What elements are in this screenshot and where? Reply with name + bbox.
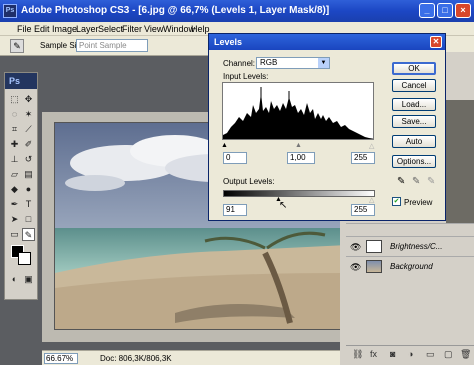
chevron-down-icon[interactable]: ▼ [318, 58, 329, 68]
title-bar: Ps Adobe Photoshop CS3 - [6.jpg @ 66,7% … [0, 0, 474, 22]
black-input-slider[interactable]: ▲ [221, 142, 228, 149]
eyedropper-tool-active-icon[interactable]: ✎ [22, 228, 35, 241]
ok-button[interactable]: OK [392, 62, 436, 75]
close-button[interactable]: × [455, 3, 471, 18]
layer-thumbnail [366, 240, 382, 253]
trash-icon[interactable]: 🗑 [460, 349, 471, 360]
eye-icon[interactable]: 👁 [350, 242, 361, 253]
magic-wand-tool-icon[interactable]: ✶ [22, 108, 35, 121]
menu-layer[interactable]: Layer [76, 24, 99, 34]
gamma-input-slider[interactable]: ▲ [295, 142, 302, 149]
output-levels-label: Output Levels: [223, 177, 275, 186]
gray-eyedropper-icon[interactable]: ✎ [412, 176, 420, 187]
levels-title: Levels [214, 37, 243, 47]
quick-mask-icon[interactable]: ◐ [8, 273, 21, 286]
histogram [222, 82, 374, 140]
white-output-slider[interactable]: △ [369, 196, 374, 204]
layer-name: Background [390, 262, 433, 271]
layer-row-brightness[interactable]: 👁 Brightness/C... [346, 236, 474, 256]
maximize-button[interactable]: □ [437, 3, 453, 18]
menu-view[interactable]: View [144, 24, 163, 34]
eye-icon[interactable]: 👁 [350, 262, 361, 273]
screen-mode-icon[interactable]: ▣ [22, 273, 35, 286]
type-tool-icon[interactable]: T [22, 198, 35, 211]
output-gradient [223, 190, 375, 197]
preview-label: Preview [404, 198, 433, 207]
menu-edit[interactable]: Edit [34, 24, 50, 34]
white-eyedropper-icon[interactable]: ✎ [427, 176, 435, 187]
shape-tool-icon[interactable]: □ [22, 213, 35, 226]
black-eyedropper-icon[interactable]: ✎ [397, 176, 405, 187]
menu-image[interactable]: Image [52, 24, 77, 34]
levels-close-button[interactable]: ✕ [430, 36, 442, 48]
options-button[interactable]: Options... [392, 155, 436, 168]
adjustment-layer-icon[interactable]: ◑ [408, 349, 413, 359]
link-layers-icon[interactable]: ⛓ [352, 349, 363, 360]
channel-select[interactable]: RGB ▼ [256, 57, 330, 69]
input-gamma-field[interactable]: 1,00 [287, 152, 315, 164]
marquee-tool-icon[interactable]: ⬚ [8, 93, 21, 106]
channel-value: RGB [260, 58, 278, 67]
auto-button[interactable]: Auto [392, 135, 436, 148]
crop-tool-icon[interactable]: ⌗ [8, 123, 21, 136]
histogram-graph [223, 87, 373, 139]
menu-filter[interactable]: Filter [122, 24, 142, 34]
move-tool-icon[interactable]: ✥ [22, 93, 35, 106]
output-black-field[interactable]: 91 [223, 204, 247, 216]
navigator-thumbnail-strip [446, 100, 474, 230]
history-brush-tool-icon[interactable]: ↺ [22, 153, 35, 166]
new-layer-icon[interactable]: ▢ [444, 349, 453, 360]
menu-select[interactable]: Select [98, 24, 123, 34]
menu-help[interactable]: Help [191, 24, 210, 34]
window-title: Adobe Photoshop CS3 - [6.jpg @ 66,7% (Le… [21, 5, 330, 16]
pen-tool-icon[interactable]: ✒ [8, 198, 21, 211]
output-white-field[interactable]: 255 [351, 204, 375, 216]
levels-dialog: Levels ✕ Channel: RGB ▼ Input Levels: ▲ … [208, 33, 446, 221]
white-input-slider[interactable]: △ [369, 142, 374, 150]
tools-panel-logo: Ps [5, 73, 37, 89]
lasso-tool-icon[interactable]: ◌ [8, 108, 21, 121]
gradient-tool-icon[interactable]: ▤ [22, 168, 35, 181]
doc-size-info[interactable]: Doc: 806,3K/806,3K [100, 354, 172, 363]
sample-size-select[interactable]: Point Sample [76, 39, 148, 52]
clone-stamp-tool-icon[interactable]: ⊥ [8, 153, 21, 166]
status-bar: 66.67% Doc: 806,3K/806,3K [42, 350, 357, 365]
layers-panel-footer: ⛓ fx ◙ ◑ ▭ ▢ 🗑 [346, 345, 474, 363]
notes-tool-icon[interactable]: ▭ [8, 228, 21, 241]
cancel-button[interactable]: Cancel [392, 79, 436, 92]
layer-name: Brightness/C... [390, 242, 443, 251]
zoom-field[interactable]: 66.67% [44, 353, 78, 364]
photoshop-app-icon: Ps [3, 4, 17, 18]
new-group-icon[interactable]: ▭ [426, 349, 435, 360]
layer-row-background[interactable]: 👁 Background [346, 256, 474, 276]
eraser-tool-icon[interactable]: ▱ [8, 168, 21, 181]
mouse-cursor-icon: ↖ [279, 200, 288, 211]
preview-checkbox[interactable]: ✔ [392, 197, 401, 206]
minimize-button[interactable]: _ [419, 3, 435, 18]
dodge-tool-icon[interactable]: ● [22, 183, 35, 196]
levels-title-bar[interactable]: Levels ✕ [209, 34, 445, 50]
input-white-field[interactable]: 255 [351, 152, 375, 164]
tools-panel: Ps ⬚ ✥ ◌ ✶ ⌗ ⟋ ✚ ✐ ⊥ ↺ ▱ ▤ ◆ ● ✒ T ➤ □ ▭… [4, 72, 38, 300]
input-black-field[interactable]: 0 [223, 152, 247, 164]
eyedropper-tool-icon[interactable]: ✎ [10, 39, 24, 53]
background-color-swatch[interactable] [18, 252, 31, 265]
layer-thumbnail [366, 260, 382, 273]
brush-tool-icon[interactable]: ✐ [22, 138, 35, 151]
healing-brush-tool-icon[interactable]: ✚ [8, 138, 21, 151]
menu-file[interactable]: File [17, 24, 32, 34]
add-mask-icon[interactable]: ◙ [390, 349, 395, 359]
channel-label: Channel: [223, 59, 256, 68]
blur-tool-icon[interactable]: ◆ [8, 183, 21, 196]
path-selection-tool-icon[interactable]: ➤ [8, 213, 21, 226]
layer-style-icon[interactable]: fx [370, 349, 377, 359]
load-button[interactable]: Load... [392, 98, 436, 111]
save-button[interactable]: Save... [392, 115, 436, 128]
input-levels-label: Input Levels: [223, 72, 269, 81]
slice-tool-icon[interactable]: ⟋ [22, 123, 35, 136]
